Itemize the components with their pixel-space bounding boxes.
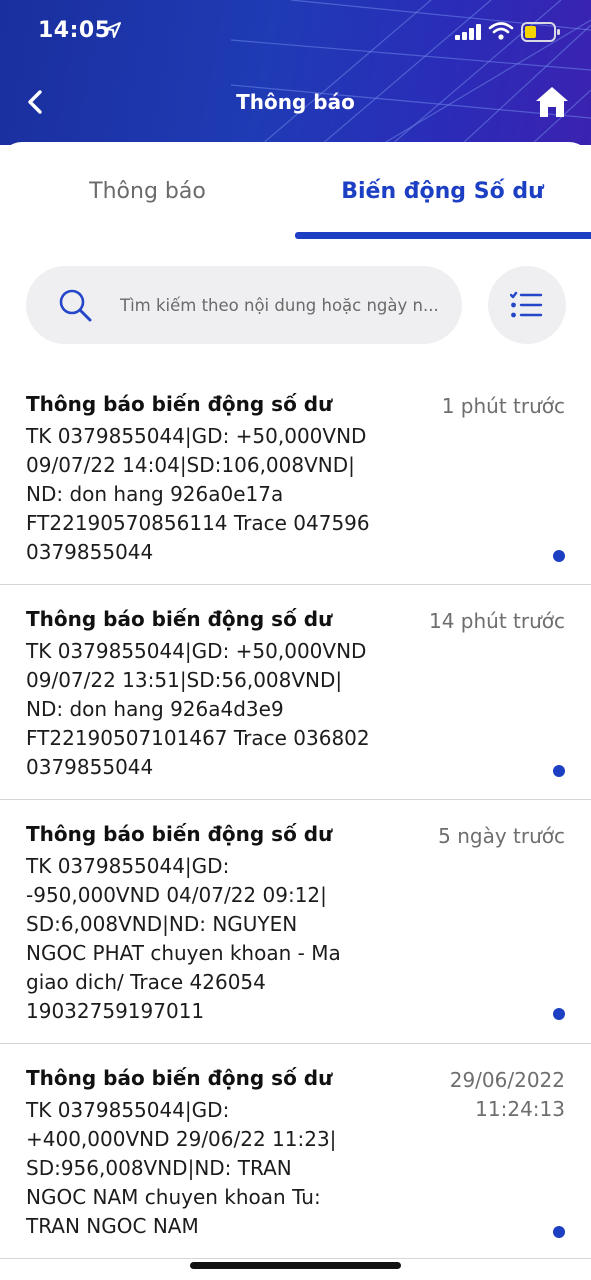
notification-body: TK 0379855044|GD: +400,000VND 29/06/22 1… [26, 1098, 337, 1238]
tab-bar: Thông báo Biến động Số dư [0, 142, 591, 240]
battery-icon [521, 22, 560, 42]
list-item[interactable]: Thông báo biến động số dư 29/06/2022 11:… [0, 1044, 591, 1259]
home-indicator [190, 1262, 401, 1269]
tab-notifications[interactable]: Thông báo [0, 142, 295, 240]
notification-time: 29/06/2022 11:24:13 [449, 1068, 565, 1121]
notification-body: TK 0379855044|GD: +50,000VND 09/07/22 14… [26, 424, 370, 564]
notification-list: Thông báo biến động số dư 1 phút trước T… [0, 370, 591, 1259]
unread-dot [553, 1226, 565, 1238]
list-item[interactable]: Thông báo biến động số dư 14 phút trước … [0, 585, 591, 800]
filter-button[interactable] [488, 266, 566, 344]
unread-dot [553, 550, 565, 562]
notification-time: 1 phút trước [441, 394, 565, 418]
filter-list-icon [510, 291, 543, 318]
nav-bar: Thông báo [0, 72, 591, 134]
unread-dot [553, 1008, 565, 1020]
page-title: Thông báo [236, 90, 355, 114]
status-time: 14:05 [38, 18, 111, 43]
list-item[interactable]: Thông báo biến động số dư 5 ngày trước T… [0, 800, 591, 1044]
status-bar: 14:05 [0, 0, 591, 64]
notification-title: Thông báo biến động số dư [26, 392, 333, 416]
app-header: 14:05 Thông báo [0, 0, 591, 145]
search-input[interactable] [120, 288, 456, 322]
active-tab-indicator [295, 232, 591, 239]
notification-title: Thông báo biến động số dư [26, 822, 333, 846]
notification-body: TK 0379855044|GD: +50,000VND 09/07/22 13… [26, 639, 370, 779]
list-item[interactable]: Thông báo biến động số dư 1 phút trước T… [0, 370, 591, 585]
location-arrow-icon [105, 22, 121, 38]
search-bar[interactable] [26, 266, 462, 344]
notification-title: Thông báo biến động số dư [26, 1066, 333, 1090]
home-icon[interactable] [534, 84, 570, 120]
tab-balance-changes[interactable]: Biến động Số dư [295, 142, 590, 240]
search-icon [59, 289, 92, 322]
signal-bars-icon [455, 24, 481, 40]
wifi-icon [488, 22, 514, 40]
notification-body: TK 0379855044|GD: -950,000VND 04/07/22 0… [26, 854, 341, 1023]
unread-dot [553, 765, 565, 777]
notification-time: 14 phút trước [428, 609, 565, 633]
notification-time: 5 ngày trước [438, 824, 565, 848]
notification-title: Thông báo biến động số dư [26, 607, 333, 631]
